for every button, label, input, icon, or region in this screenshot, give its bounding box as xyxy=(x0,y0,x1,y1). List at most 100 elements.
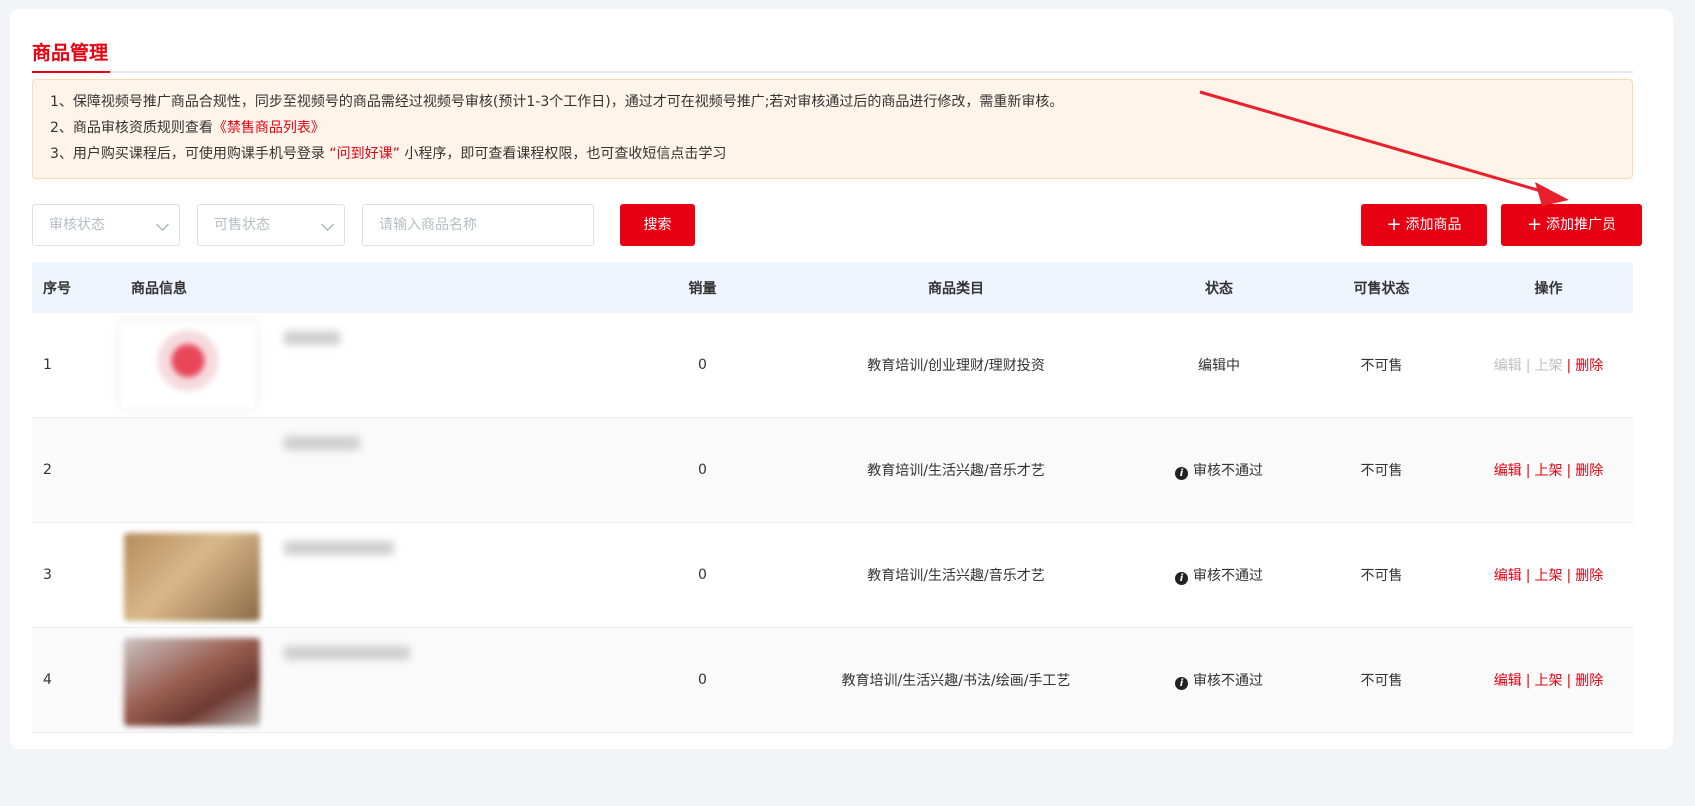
separator: | xyxy=(1525,568,1531,584)
sale-status-select[interactable]: 可售状态 xyxy=(197,204,345,246)
shelve-link[interactable]: 上架 xyxy=(1535,358,1563,374)
category-cell: 教育培训/生活兴趣/书法/绘画/手工艺 xyxy=(841,673,1071,689)
sales-cell: 0 xyxy=(698,672,707,688)
product-name-blurred xyxy=(284,541,394,555)
separator: | xyxy=(1566,568,1572,584)
category-cell: 教育培训/创业理财/理财投资 xyxy=(867,358,1045,374)
delete-link[interactable]: 删除 xyxy=(1575,568,1603,584)
info-icon[interactable]: i xyxy=(1175,572,1188,585)
edit-link[interactable]: 编辑 xyxy=(1494,358,1522,374)
product-thumbnail xyxy=(124,638,260,726)
header-category: 商品类目 xyxy=(928,280,984,297)
status-text: 编辑中 xyxy=(1198,358,1240,374)
sale-status-cell: 不可售 xyxy=(1360,463,1403,479)
search-button[interactable]: 搜索 xyxy=(620,204,695,246)
notice-line-3: 3、用户购买课程后，可使用购课手机号登录 “问到好课” 小程序，即可查看课程权限… xyxy=(50,141,1632,167)
notice-box: 1、保障视频号推广商品合规性，同步至视频号的商品需经过视频号审核(预计1-3个工… xyxy=(32,79,1633,179)
notice-line-1: 1、保障视频号推广商品合规性，同步至视频号的商品需经过视频号审核(预计1-3个工… xyxy=(50,94,1064,110)
chevron-down-icon xyxy=(156,218,169,231)
plus-icon: + xyxy=(1386,214,1402,235)
status-cell: i 审核不通过 xyxy=(1139,523,1299,628)
table-row: 2 0 教育培训/生活兴趣/音乐才艺 i 审核不通过 不可售 编辑 | 上架 | 删除 xyxy=(32,417,1633,523)
filter-bar: 审核状态 可售状态 搜索 +添加商品 +添加推广员 xyxy=(32,204,1642,246)
product-thumbnail xyxy=(124,533,260,621)
tab-underline xyxy=(32,71,110,73)
product-table: 序号 商品信息 销量 商品类目 状态 可售状态 操作 1 0 教育培训/创业理财… xyxy=(32,262,1633,733)
prohibited-list-link[interactable]: 《禁售商品列表》 xyxy=(213,120,325,136)
header-index: 序号 xyxy=(43,280,71,297)
plus-icon: + xyxy=(1526,214,1543,235)
status-cell: i 审核不通过 xyxy=(1139,418,1299,523)
notice-line-3-text: 3、用户购买课程后，可使用购课手机号登录 xyxy=(50,146,330,162)
category-cell: 教育培训/生活兴趣/音乐才艺 xyxy=(867,568,1045,584)
table-header-row: 序号 商品信息 销量 商品类目 状态 可售状态 操作 xyxy=(32,262,1633,313)
info-icon[interactable]: i xyxy=(1175,677,1188,690)
product-info-cell[interactable] xyxy=(120,523,632,628)
add-promoter-button[interactable]: + 添加推广员 xyxy=(1501,204,1642,246)
sale-status-placeholder: 可售状态 xyxy=(214,217,270,233)
header-status: 状态 xyxy=(1205,280,1233,297)
audit-status-placeholder: 审核状态 xyxy=(49,217,105,233)
product-info-cell[interactable] xyxy=(120,313,632,418)
product-info-cell[interactable] xyxy=(120,418,632,523)
separator: | xyxy=(1525,673,1531,689)
row-index: 1 xyxy=(43,357,52,373)
chevron-down-icon xyxy=(321,218,334,231)
shelve-link[interactable]: 上架 xyxy=(1535,568,1563,584)
table-row: 3 0 教育培训/生活兴趣/音乐才艺 i 审核不通过 不可售 编辑 | 上架 | 删除 xyxy=(32,523,1633,628)
actions-cell: 编辑 | 上架 | 删除 xyxy=(1464,628,1633,733)
notice-line-3-suffix: 小程序，即可查看课程权限，也可查收短信点击学习 xyxy=(399,146,727,162)
header-sale-status: 可售状态 xyxy=(1353,280,1410,297)
product-name-blurred xyxy=(284,331,340,345)
edit-link[interactable]: 编辑 xyxy=(1494,673,1522,689)
actions-cell: 编辑 | 上架 | 删除 xyxy=(1464,523,1633,628)
info-icon[interactable]: i xyxy=(1175,467,1188,480)
header-actions: 操作 xyxy=(1534,280,1563,297)
edit-link[interactable]: 编辑 xyxy=(1494,463,1522,479)
delete-link[interactable]: 删除 xyxy=(1575,358,1603,374)
product-thumbnail xyxy=(120,321,256,409)
notice-line-2-text: 2、商品审核资质规则查看 xyxy=(50,120,213,136)
header-sales: 销量 xyxy=(688,280,717,297)
actions-cell: 编辑 | 上架 | 删除 xyxy=(1464,313,1633,418)
row-index: 2 xyxy=(43,462,52,478)
add-product-button[interactable]: + 添加商品 xyxy=(1361,204,1487,246)
actions-cell: 编辑 | 上架 | 删除 xyxy=(1464,418,1633,523)
notice-line-2: 2、商品审核资质规则查看《禁售商品列表》 xyxy=(50,115,1632,141)
status-text: 审核不通过 xyxy=(1193,673,1263,689)
add-product-label: 添加商品 xyxy=(1405,217,1462,233)
separator: | xyxy=(1525,463,1531,479)
product-info-cell[interactable] xyxy=(120,628,632,733)
delete-link[interactable]: 删除 xyxy=(1575,673,1603,689)
table-row: 4 0 教育培训/生活兴趣/书法/绘画/手工艺 i 审核不通过 不可售 编辑 | 上架… xyxy=(32,627,1633,733)
search-input[interactable] xyxy=(362,204,594,246)
sales-cell: 0 xyxy=(698,462,707,478)
sales-cell: 0 xyxy=(698,567,707,583)
separator: | xyxy=(1566,673,1572,689)
audit-status-select[interactable]: 审核状态 xyxy=(32,204,180,246)
table-row: 1 0 教育培训/创业理财/理财投资 编辑中 不可售 编辑 | 上架 | 删除 xyxy=(32,313,1633,418)
status-text: 审核不通过 xyxy=(1193,463,1263,479)
tab-bar: 商品管理 xyxy=(32,28,1633,73)
delete-link[interactable]: 删除 xyxy=(1575,463,1603,479)
category-cell: 教育培训/生活兴趣/音乐才艺 xyxy=(867,463,1045,479)
separator: | xyxy=(1566,463,1572,479)
separator: | xyxy=(1525,358,1531,374)
row-index: 3 xyxy=(43,567,52,583)
separator: | xyxy=(1566,358,1572,374)
row-index: 4 xyxy=(43,672,52,688)
product-name-blurred xyxy=(284,646,410,660)
sale-status-cell: 不可售 xyxy=(1360,568,1403,584)
shelve-link[interactable]: 上架 xyxy=(1535,673,1563,689)
edit-link[interactable]: 编辑 xyxy=(1494,568,1522,584)
mini-program-name: “问到好课” xyxy=(329,146,400,162)
header-product-info: 商品信息 xyxy=(131,280,187,297)
sale-status-cell: 不可售 xyxy=(1360,358,1403,374)
tab-product-management[interactable]: 商品管理 xyxy=(32,38,108,73)
status-text: 审核不通过 xyxy=(1193,568,1263,584)
add-promoter-label: 添加推广员 xyxy=(1546,217,1617,233)
sales-cell: 0 xyxy=(698,357,707,373)
product-name-blurred xyxy=(284,436,360,450)
shelve-link[interactable]: 上架 xyxy=(1535,463,1563,479)
status-cell: 编辑中 xyxy=(1139,313,1299,418)
